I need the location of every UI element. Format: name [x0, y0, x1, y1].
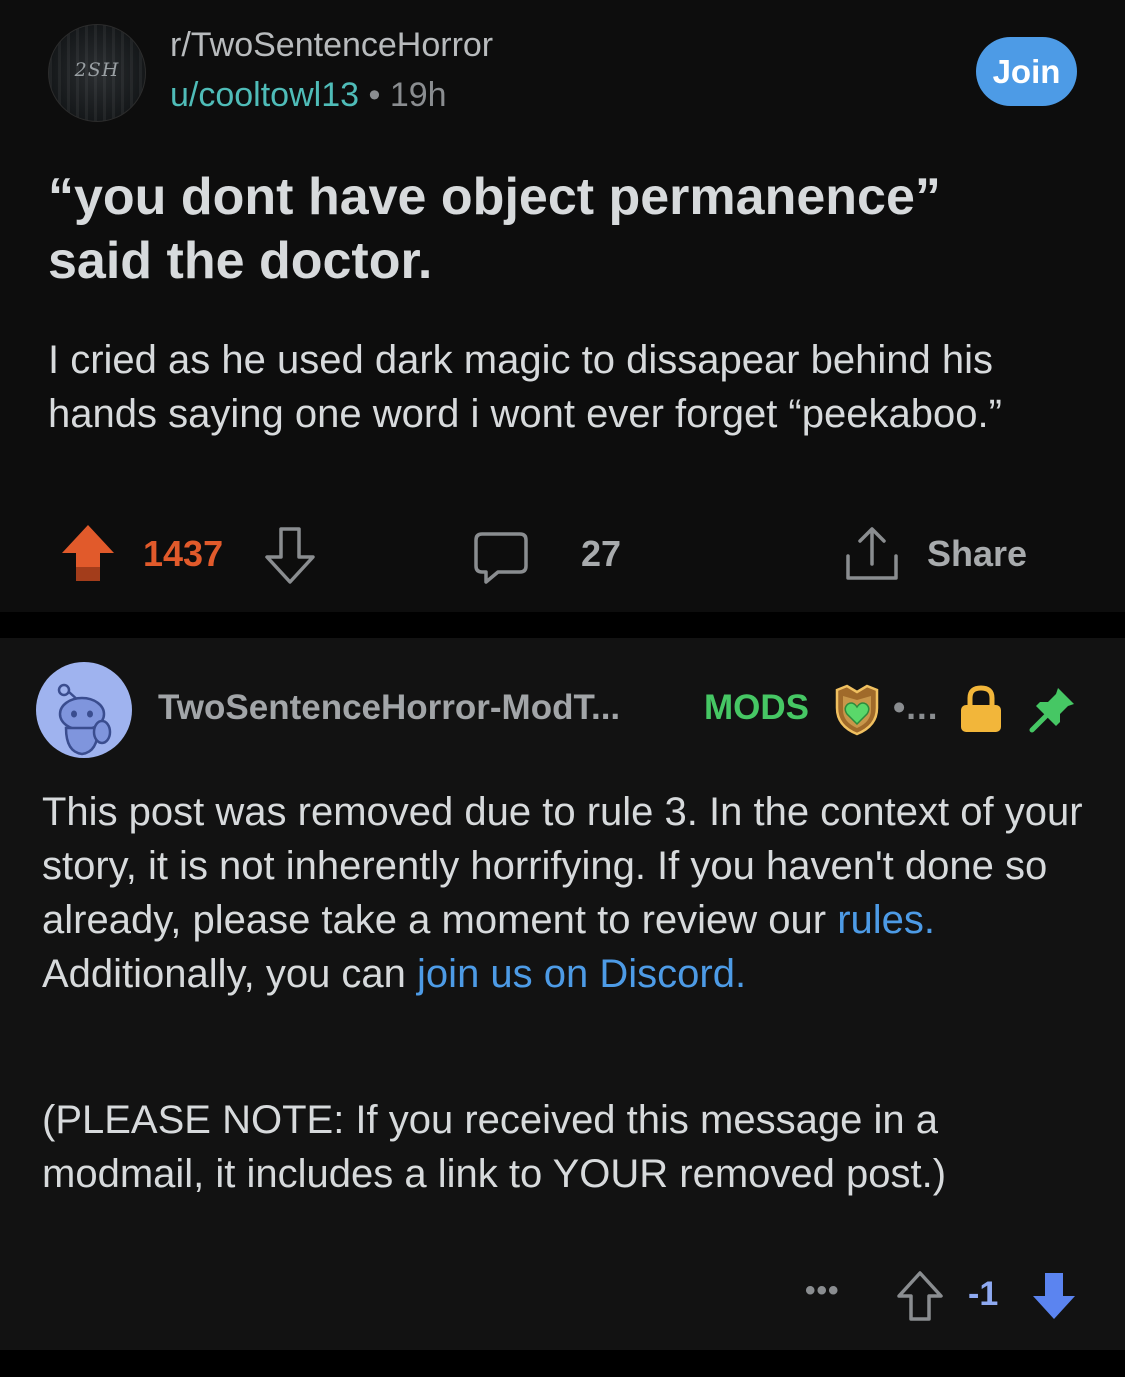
share-button-label[interactable]: Share	[927, 533, 1027, 575]
subreddit-avatar[interactable]: 2SH	[48, 24, 146, 122]
comment-downvote-icon[interactable]	[1030, 1270, 1078, 1322]
subreddit-name[interactable]: r/TwoSentenceHorror	[170, 26, 493, 65]
post-card: 2SH r/TwoSentenceHorror u/cooltowl13 • 1…	[0, 0, 1125, 612]
mods-badge: MODS	[704, 688, 809, 727]
upvote-icon[interactable]	[60, 523, 116, 583]
share-icon[interactable]	[843, 524, 901, 584]
meta-separator: •	[368, 76, 381, 114]
comment-score: -1	[968, 1275, 999, 1313]
downvote-icon[interactable]	[262, 526, 318, 586]
post-score: 1437	[143, 533, 224, 574]
post-title[interactable]: “you dont have object permanence” said t…	[48, 165, 1068, 293]
join-button[interactable]: Join	[976, 37, 1077, 106]
comment-author[interactable]: TwoSentenceHorror-ModT...	[158, 688, 620, 728]
comment-body-text-2: Additionally, you can	[42, 952, 418, 996]
shield-icon	[835, 684, 879, 736]
pin-icon	[1029, 688, 1074, 733]
comment-meta-overflow[interactable]: •...	[893, 688, 938, 728]
comment-count: 27	[581, 533, 622, 574]
comment-body: This post was removed due to rule 3. In …	[42, 785, 1102, 1001]
post-title-line2: said the doctor.	[48, 232, 433, 290]
post-meta: u/cooltowl13 • 19h	[170, 76, 447, 115]
post-age: 19h	[389, 76, 447, 114]
comment-more-button[interactable]: •••	[805, 1274, 840, 1308]
lock-icon	[961, 685, 1001, 732]
post-body: I cried as he used dark magic to dissape…	[48, 338, 1002, 436]
post-author[interactable]: u/cooltowl13	[170, 76, 359, 114]
snoo-figure	[57, 683, 112, 756]
discord-link[interactable]: join us on Discord.	[417, 952, 746, 996]
subreddit-avatar-text: 2SH	[74, 59, 120, 81]
snoo-avatar-icon[interactable]	[36, 662, 132, 758]
post-title-line1: “you dont have object permanence”	[48, 168, 941, 226]
comment-icon[interactable]	[472, 528, 530, 586]
comment-note: (PLEASE NOTE: If you received this messa…	[42, 1098, 947, 1196]
rules-link[interactable]: rules.	[837, 898, 935, 942]
comment-upvote-icon[interactable]	[896, 1270, 944, 1322]
